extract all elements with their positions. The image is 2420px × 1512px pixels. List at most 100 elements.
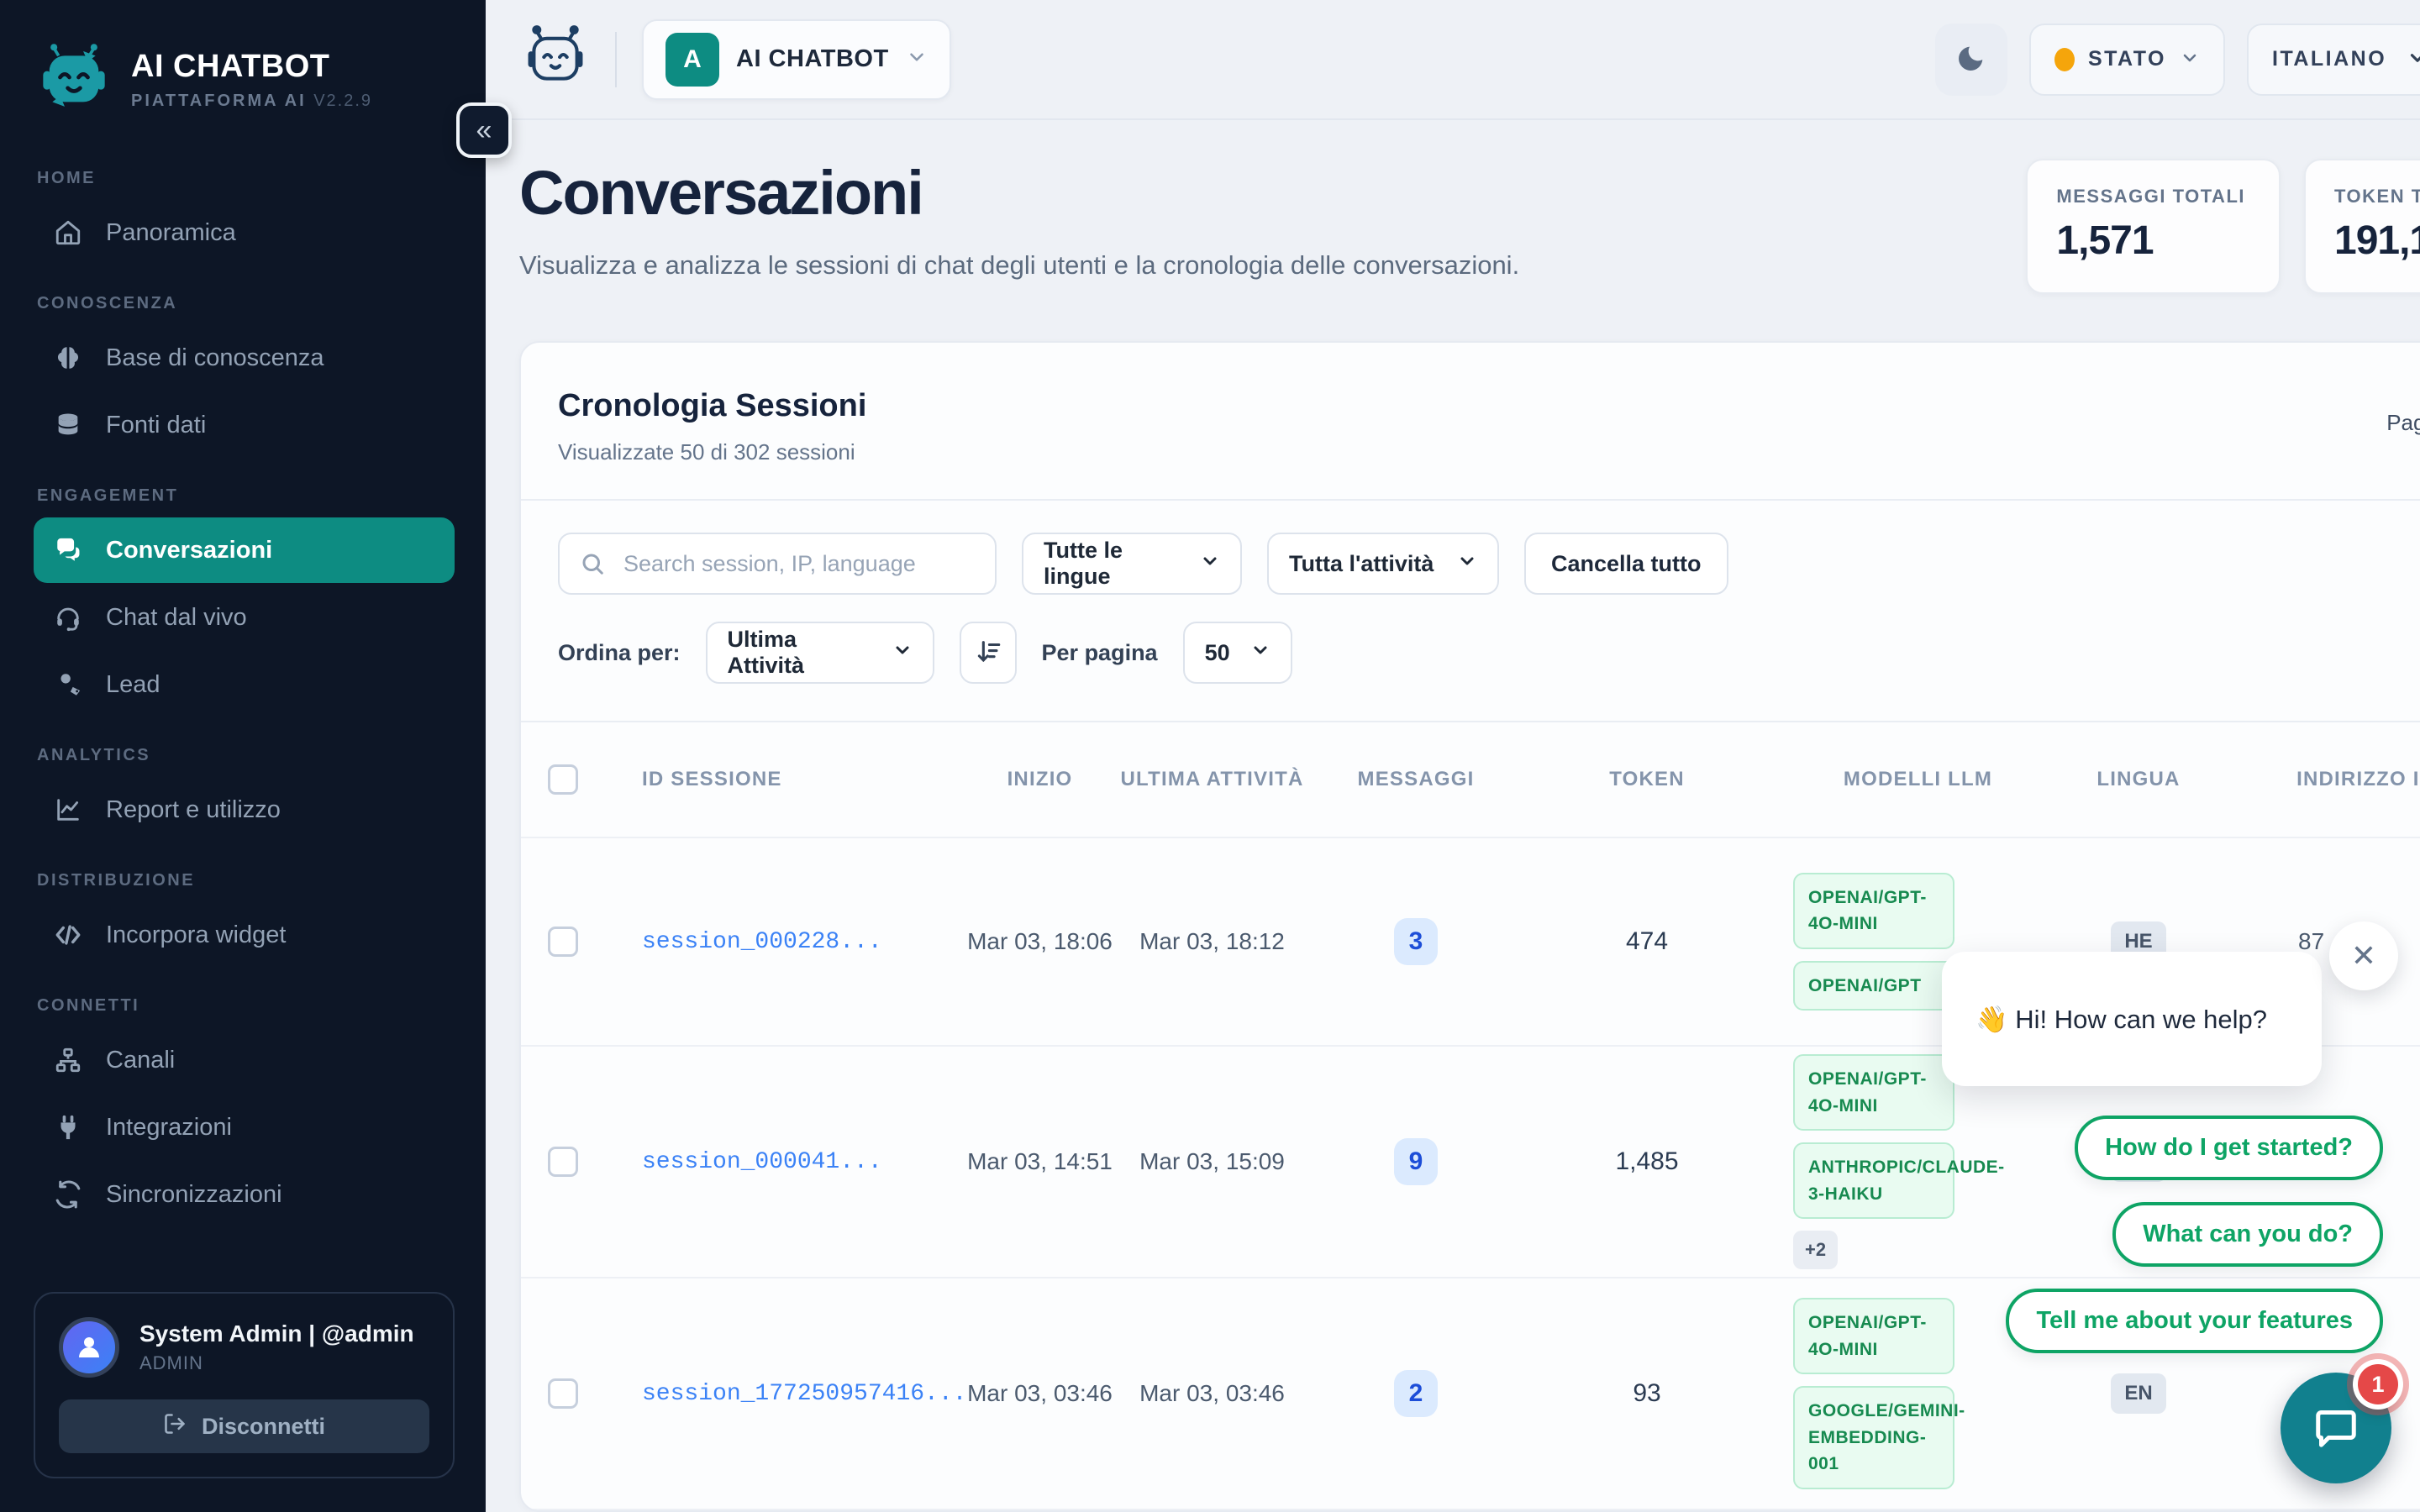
activity-filter-select[interactable]: Tutta l'attività [1267, 533, 1499, 595]
bot-selector-label: AI CHATBOT [736, 45, 889, 73]
user-card: System Admin | @admin ADMIN Disconnetti [34, 1292, 455, 1478]
tokens-count: 93 [1521, 1379, 1773, 1408]
user-tag-icon [52, 669, 84, 701]
messages-count-badge: 2 [1394, 1370, 1438, 1417]
session-id-link[interactable]: session_177250957416... [642, 1381, 966, 1407]
page-indicator: Pagina 1 di 7 [2386, 410, 2420, 436]
model-badge: OPENAI/GPT-4O-MINI [1793, 1054, 1954, 1131]
robot-logo-icon [37, 40, 111, 118]
tokens-count: 474 [1521, 927, 1773, 956]
row-checkbox[interactable] [548, 927, 578, 957]
model-badge: ANTHROPIC/CLAUDE-3-HAIKU [1793, 1142, 1954, 1219]
extra-models-badge: +2 [1793, 1231, 1838, 1269]
network-icon [52, 1044, 84, 1076]
sidebar-item-lead[interactable]: Lead [34, 652, 455, 717]
stat-value: 191,148 [2334, 218, 2420, 264]
sort-direction-button[interactable] [960, 622, 1017, 684]
app-name: AI CHATBOT [131, 49, 372, 85]
code-icon [52, 919, 84, 951]
sidebar: AI CHATBOT PIATTAFORMA AI V2.2.9 « HOME … [0, 0, 486, 1512]
section-label-conoscenza: CONOSCENZA [37, 294, 455, 313]
language-filter-value: Tutte le lingue [1044, 538, 1183, 590]
session-id-link[interactable]: session_000228... [642, 929, 882, 955]
database-icon [52, 409, 84, 441]
sidebar-item-conversazioni[interactable]: Conversazioni [34, 517, 455, 583]
sidebar-item-incorpora-widget[interactable]: Incorpora widget [34, 902, 455, 968]
sidebar-item-label: Fonti dati [106, 412, 206, 439]
sidebar-item-sincronizzazioni[interactable]: Sincronizzazioni [34, 1162, 455, 1227]
app-subtitle: PIATTAFORMA AI [131, 92, 307, 110]
language-filter-select[interactable]: Tutte le lingue [1022, 533, 1242, 595]
stats-cards: MESSAGGI TOTALI 1,571 TOKEN TOTALI 191,1… [2026, 159, 2420, 294]
sidebar-item-report-e-utilizzo[interactable]: Report e utilizzo [34, 777, 455, 843]
app-root: AI CHATBOT PIATTAFORMA AI V2.2.9 « HOME … [0, 0, 2420, 1512]
session-last-activity: Mar 03, 15:09 [1113, 1146, 1311, 1178]
sidebar-item-label: Chat dal vivo [106, 604, 247, 632]
topbar: A AI CHATBOT STATO [486, 0, 2420, 120]
chat-suggestion-button[interactable]: Tell me about your features [2006, 1289, 2383, 1353]
chat-suggestions: How do I get started? What can you do? T… [2006, 1116, 2383, 1353]
app-version: V2.2.9 [313, 92, 372, 110]
col-header-tokens: TOKEN [1521, 768, 1773, 791]
bot-selector[interactable]: A AI CHATBOT [642, 19, 951, 100]
sidebar-item-label: Sincronizzazioni [106, 1181, 282, 1209]
stat-value: 1,571 [2056, 218, 2245, 264]
section-label-distribuzione: DISTRIBUZIONE [37, 871, 455, 890]
section-label-home: HOME [37, 169, 455, 188]
col-header-start: INIZIO [966, 768, 1113, 791]
col-header-language: LINGUA [2063, 768, 2214, 791]
language-select[interactable]: ITALIANO [2247, 24, 2420, 96]
sync-icon [52, 1179, 84, 1210]
chevrons-left-icon: « [476, 114, 492, 147]
chat-suggestion-button[interactable]: What can you do? [2112, 1202, 2383, 1267]
sidebar-item-chat-dal-vivo[interactable]: Chat dal vivo [34, 585, 455, 650]
section-label-connetti: CONNETTI [37, 996, 455, 1016]
chat-close-button[interactable]: ✕ [2329, 921, 2398, 990]
headset-icon [52, 601, 84, 633]
plug-icon [52, 1111, 84, 1143]
chevron-down-icon [906, 46, 928, 72]
page-title: Conversazioni [519, 157, 1519, 228]
sidebar-item-fonti-dati[interactable]: Fonti dati [34, 392, 455, 458]
col-header-models: MODELLI LLM [1773, 768, 2063, 791]
clear-all-button[interactable]: Cancella tutto [1524, 533, 1728, 595]
stat-card-tokens: TOKEN TOTALI 191,148 [2304, 159, 2420, 294]
user-name: System Admin | @admin [139, 1320, 414, 1347]
sidebar-nav: HOME Panoramica CONOSCENZA Base di conos… [34, 140, 455, 1277]
col-header-last-activity: ULTIMA ATTIVITÀ [1113, 768, 1311, 791]
sort-by-select[interactable]: Ultima Attività [706, 622, 934, 684]
sidebar-item-label: Base di conoscenza [106, 344, 324, 372]
language-badge: EN [2111, 1373, 2165, 1414]
search-input[interactable] [558, 533, 997, 595]
model-badge: GOOGLE/GEMINI-EMBEDDING-001 [1793, 1386, 1954, 1489]
row-checkbox[interactable] [548, 1147, 578, 1177]
per-page-label: Per pagina [1042, 640, 1158, 666]
per-page-select[interactable]: 50 [1183, 622, 1292, 684]
chevron-down-icon [1200, 551, 1220, 577]
row-checkbox[interactable] [548, 1378, 578, 1409]
session-id-link[interactable]: session_000041... [642, 1149, 882, 1175]
avatar [59, 1317, 119, 1378]
table-header-row: ID SESSIONE INIZIO ULTIMA ATTIVITÀ MESSA… [521, 722, 2420, 838]
sidebar-collapse-button[interactable]: « [456, 102, 512, 158]
page-subtitle: Visualizza e analizza le sessioni di cha… [519, 250, 1519, 281]
select-all-checkbox[interactable] [548, 764, 578, 795]
col-header-session-id: ID SESSIONE [605, 768, 966, 791]
chat-suggestion-button[interactable]: How do I get started? [2075, 1116, 2383, 1180]
sort-descending-icon [974, 638, 1002, 669]
search-icon [580, 551, 605, 580]
logout-button[interactable]: Disconnetti [59, 1399, 429, 1453]
status-label: STATO [2088, 47, 2166, 71]
sidebar-item-panoramica[interactable]: Panoramica [34, 200, 455, 265]
header-divider [615, 32, 617, 87]
chevron-down-icon [2407, 47, 2420, 71]
sidebar-item-base-di-conoscenza[interactable]: Base di conoscenza [34, 325, 455, 391]
chat-launcher-button[interactable]: 1 [2281, 1373, 2391, 1483]
dark-mode-toggle[interactable] [1935, 24, 2007, 96]
sidebar-item-integrazioni[interactable]: Integrazioni [34, 1095, 455, 1160]
close-icon: ✕ [2351, 938, 2376, 974]
chat-bubbles-icon [52, 534, 84, 566]
status-dropdown[interactable]: STATO [2029, 24, 2225, 96]
model-badge: OPENAI/GPT-4O-MINI [1793, 1298, 1954, 1374]
sidebar-item-canali[interactable]: Canali [34, 1027, 455, 1093]
